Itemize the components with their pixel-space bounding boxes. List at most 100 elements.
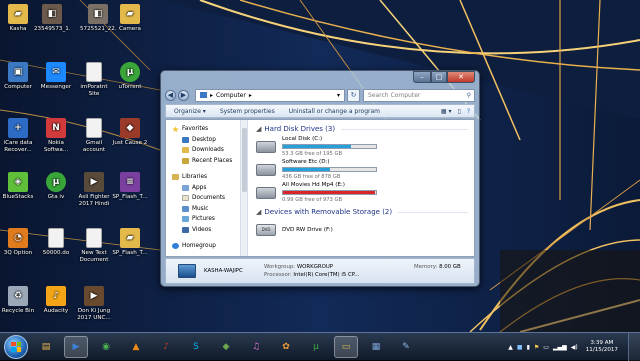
nav-favorites[interactable]: Favorites [172, 124, 247, 135]
nav-item-videos[interactable]: Videos [172, 225, 247, 236]
desktop-icon[interactable]: µ Gta iv [38, 172, 74, 208]
explorer-window[interactable]: – □ ✕ ◀ ▶ ▸ Computer ▸ ▾ ↻ Search Comput… [160, 70, 480, 287]
hard-disk-group-title: Hard Disk Drives (3) [264, 125, 336, 133]
breadcrumb-chevron-icon[interactable]: ▸ [249, 92, 252, 99]
fl-studio-icon[interactable]: ✿ [274, 336, 298, 358]
clock[interactable]: 3:39 AM 11/15/2017 [586, 340, 618, 354]
show-desktop-button[interactable] [628, 333, 640, 361]
dvd-drive-item[interactable]: DVD DVD RW Drive (F:) [256, 218, 474, 241]
itunes-icon[interactable]: ♫ [244, 336, 268, 358]
desktop-icon[interactable]: ♻ Recycle Bin [0, 286, 36, 322]
desktop-icon[interactable]: ▰ Camera [112, 4, 148, 40]
back-button[interactable]: ◀ [165, 89, 176, 101]
media-player-icon[interactable]: ▶ [64, 335, 88, 358]
vlc-icon[interactable]: ▲ [124, 336, 148, 358]
hard-disk-group-header[interactable]: ◢ Hard Disk Drives (3) [256, 123, 474, 135]
desktop-icon[interactable]: New Text Document [76, 228, 112, 264]
group-collapse-icon[interactable]: ◢ [256, 125, 261, 133]
utorrent-icon[interactable]: µ [304, 336, 328, 358]
organize-button[interactable]: Organize ▾ [174, 108, 206, 115]
nav-item-documents[interactable]: Documents [172, 193, 247, 204]
downloads-folder-icon [182, 147, 189, 154]
desktop-icon[interactable]: ▶ Don Ki Jung 2017 UNC... [76, 286, 112, 322]
hard-drive-icon [256, 140, 276, 153]
preview-pane-icon[interactable]: ▯ [458, 108, 461, 115]
folder-icon[interactable]: ▭ [334, 335, 358, 358]
nav-scrollbar-thumb[interactable] [242, 128, 247, 192]
nav-item-desktop[interactable]: Desktop [172, 135, 247, 146]
breadcrumb-computer[interactable]: Computer [216, 92, 246, 99]
desktop-icon[interactable]: ◆ Just Cause 2 [112, 118, 148, 154]
drive-usage-fill [283, 191, 376, 194]
drive-item[interactable]: Local Disk (C:) 53.3 GB free of 195 GB [256, 135, 474, 158]
desktop-icon[interactable]: ▰ Kasha [0, 4, 36, 40]
desktop-icon[interactable]: ◔ 3Q Option [0, 228, 36, 264]
refresh-button[interactable]: ↻ [347, 88, 360, 102]
desktop-icon[interactable]: ✉ Messenger [38, 62, 74, 98]
nav-favorites-label: Favorites [182, 126, 209, 133]
desktop-icon[interactable]: ◧ 23549573_1... [34, 4, 70, 40]
nav-scrollbar[interactable] [240, 120, 247, 256]
task-icon[interactable]: ▦ [364, 336, 388, 358]
music-library-icon [182, 205, 189, 212]
tray-app-icon[interactable]: ■ [517, 344, 523, 351]
signal-icon[interactable]: ▂▄▆ [553, 344, 567, 351]
nav-item-label: Desktop [192, 136, 216, 143]
nav-item-recent-places[interactable]: Recent Places [172, 156, 247, 167]
desktop-icon[interactable]: µ uTorrent [112, 62, 148, 98]
address-dropdown-icon[interactable]: ▾ [337, 92, 340, 99]
desktop-icon[interactable]: + iCare data Recover... [0, 118, 36, 154]
skype-icon[interactable]: S [184, 336, 208, 358]
uninstall-button[interactable]: Uninstall or change a program [289, 108, 380, 115]
desktop-icon-label: 23549573_1... [34, 26, 70, 32]
desktop-icon-label: Camera [119, 26, 141, 32]
chrome-icon[interactable]: ◉ [94, 336, 118, 358]
flag-icon[interactable]: ⚑ [534, 344, 539, 351]
desktop-icon[interactable]: imPoratnt Site [76, 62, 112, 98]
network-icon[interactable]: ▮ [527, 344, 530, 351]
maximize-button[interactable]: □ [431, 71, 447, 83]
drive-item[interactable]: All Movies Hd Mp4 (E:) 0.99 GB free of 97… [256, 181, 474, 204]
desktop-icon-label: Audacity [43, 308, 69, 314]
help-icon[interactable]: ? [467, 108, 470, 115]
desktop-icon[interactable]: ◧ 5725521_22... [80, 4, 116, 40]
battery-icon[interactable]: ▭ [543, 344, 549, 351]
nav-item-downloads[interactable]: Downloads [172, 145, 247, 156]
tray-expand-icon[interactable]: ▲ [508, 344, 513, 351]
desktop-icon[interactable]: ♪ Audacity [38, 286, 74, 322]
game-icon[interactable]: ◆ [214, 336, 238, 358]
system-properties-button[interactable]: System properties [220, 108, 275, 115]
minimize-button[interactable]: – [413, 71, 431, 83]
desktop-icon[interactable]: N Nokia Softwa... [38, 118, 74, 154]
address-bar[interactable]: ▸ Computer ▸ ▾ [195, 88, 345, 102]
group-collapse-icon[interactable]: ◢ [256, 208, 261, 216]
nav-item-music[interactable]: Music [172, 204, 247, 215]
winrar-icon: ≡ [120, 172, 140, 192]
forward-button[interactable]: ▶ [178, 89, 189, 101]
drive-item[interactable]: Software Etc (D:) 436 GB free of 878 GB [256, 158, 474, 181]
nav-homegroup[interactable]: Homegroup [172, 241, 247, 252]
removable-group-header[interactable]: ◢ Devices with Removable Storage (2) [256, 206, 474, 218]
desktop-icon[interactable]: 50000.do [38, 228, 74, 264]
explorer-icon[interactable]: ▤ [34, 336, 58, 358]
desktop-icon[interactable]: Gmail account [76, 118, 112, 154]
desktop-icon[interactable]: ▰ SP_Flash_T... [112, 228, 148, 264]
close-button[interactable]: ✕ [447, 71, 475, 83]
desktop-icon[interactable]: ▣ Computer [0, 62, 36, 98]
volume-icon[interactable]: ◀) [571, 344, 578, 351]
desktop-icon[interactable]: ◈ BlueStacks [0, 172, 36, 208]
search-input[interactable]: Search Computer ⚲ [363, 88, 475, 102]
notepad-icon[interactable]: ✎ [394, 336, 418, 358]
view-options-icon[interactable]: ▦ ▾ [441, 108, 452, 115]
bluestacks-icon: ◈ [8, 172, 28, 192]
desktop-icon[interactable]: ▶ Asli Fighter 2017 Hindi ... [76, 172, 112, 208]
nav-item-pictures[interactable]: Pictures [172, 214, 247, 225]
drive-name: Software Etc (D:) [282, 159, 330, 165]
nav-item-apps[interactable]: Apps [172, 183, 247, 194]
pictures-library-icon [182, 216, 189, 223]
start-button[interactable] [4, 334, 28, 359]
desktop-icon[interactable]: ≡ SP_Flash_T... [112, 172, 148, 208]
desktop-icon-label: New Text Document [79, 250, 109, 263]
nav-libraries[interactable]: Libraries [172, 172, 247, 183]
winamp-icon[interactable]: ♪ [154, 336, 178, 358]
